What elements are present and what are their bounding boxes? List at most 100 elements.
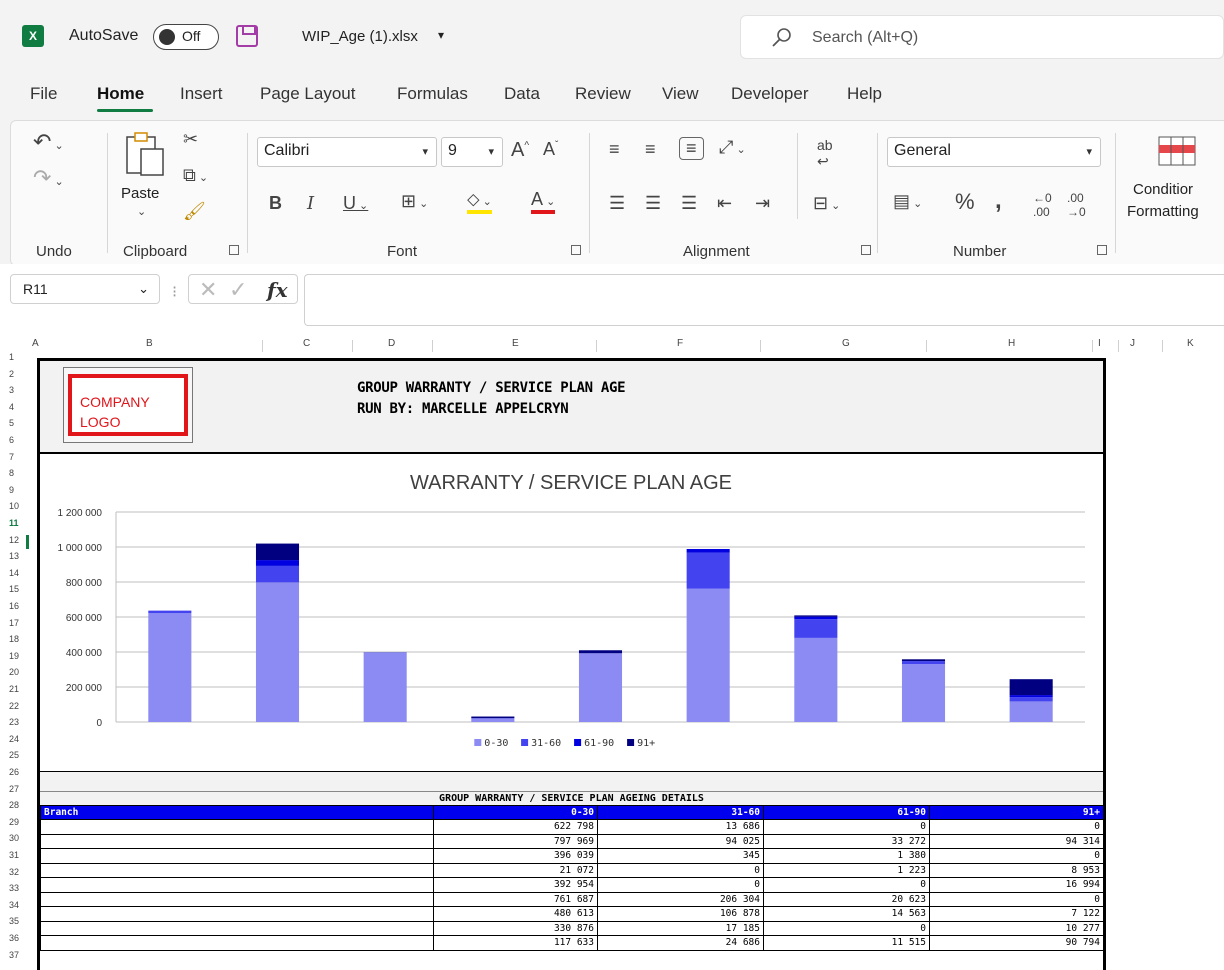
row-header[interactable]: 18 xyxy=(9,634,19,644)
tab-review[interactable]: Review xyxy=(575,84,631,104)
tab-help[interactable]: Help xyxy=(847,84,882,104)
header-branch[interactable]: Branch xyxy=(40,805,434,820)
conditional-formatting-label-2[interactable]: Formatting xyxy=(1127,203,1199,220)
redo-icon[interactable]: ↷ ⌄ xyxy=(33,165,64,191)
table-cell[interactable]: 17 185 xyxy=(597,920,764,936)
column-header[interactable]: C xyxy=(303,338,310,349)
formula-input[interactable] xyxy=(304,274,1224,326)
age-chart[interactable]: WARRANTY / SERVICE PLAN AGE 0 200 000 400 … xyxy=(40,456,1103,769)
align-right-icon[interactable]: ☰ xyxy=(681,193,697,214)
comma-style-icon[interactable]: , xyxy=(995,187,1002,215)
align-top-icon[interactable]: ≡ xyxy=(609,139,620,160)
column-header[interactable]: D xyxy=(388,338,395,349)
tab-developer[interactable]: Developer xyxy=(731,84,809,104)
row-header[interactable]: 6 xyxy=(9,435,14,445)
accounting-format-icon[interactable]: ▤ ⌄ xyxy=(893,191,922,212)
table-cell[interactable]: 392 954 xyxy=(433,877,598,893)
row-header[interactable]: 10 xyxy=(9,501,19,511)
save-icon[interactable] xyxy=(236,25,258,47)
increase-decimal-icon[interactable]: ←0.00 xyxy=(1033,191,1052,219)
table-cell[interactable] xyxy=(40,833,434,849)
tab-home[interactable]: Home xyxy=(97,84,144,104)
row-header[interactable]: 14 xyxy=(9,568,19,578)
autosave-toggle[interactable]: Off xyxy=(153,24,219,50)
table-cell[interactable]: 0 xyxy=(763,920,930,936)
table-cell[interactable] xyxy=(40,906,434,922)
row-header[interactable]: 31 xyxy=(9,850,19,860)
align-left-icon[interactable]: ☰ xyxy=(609,193,625,214)
increase-indent-icon[interactable]: ⇥ xyxy=(755,193,770,214)
check-icon[interactable]: ✓ xyxy=(229,277,247,303)
name-box[interactable]: R11 ⌄ xyxy=(10,274,160,304)
column-header[interactable]: I xyxy=(1098,338,1101,349)
table-cell[interactable]: 94 314 xyxy=(929,833,1104,849)
row-header[interactable]: 35 xyxy=(9,916,19,926)
table-cell[interactable] xyxy=(40,862,434,878)
table-cell[interactable] xyxy=(40,877,434,893)
table-cell[interactable]: 761 687 xyxy=(433,891,598,907)
row-header[interactable]: 21 xyxy=(9,684,19,694)
table-cell[interactable]: 14 563 xyxy=(763,906,930,922)
table-cell[interactable]: 0 xyxy=(929,819,1104,835)
underline-icon[interactable]: U ⌄ xyxy=(343,193,368,214)
font-color-icon[interactable]: A ⌄ xyxy=(531,189,556,214)
column-header[interactable]: F xyxy=(677,338,683,349)
row-header[interactable]: 22 xyxy=(9,701,19,711)
table-cell[interactable]: 0 xyxy=(597,862,764,878)
table-cell[interactable]: 396 039 xyxy=(433,848,598,864)
table-cell[interactable]: 1 223 xyxy=(763,862,930,878)
tab-page-layout[interactable]: Page Layout xyxy=(260,84,355,104)
decrease-decimal-icon[interactable]: .00 →0 xyxy=(1067,191,1086,219)
number-launcher-icon[interactable] xyxy=(1097,245,1107,255)
column-header[interactable]: E xyxy=(512,338,519,349)
row-header[interactable]: 19 xyxy=(9,651,19,661)
header-61-90[interactable]: 61-90 xyxy=(763,805,930,820)
row-header[interactable]: 34 xyxy=(9,900,19,910)
row-header[interactable]: 9 xyxy=(9,485,14,495)
row-header[interactable]: 7 xyxy=(9,452,14,462)
row-header[interactable]: 32 xyxy=(9,867,19,877)
conditional-formatting-icon[interactable] xyxy=(1157,135,1197,167)
row-header[interactable]: 12 xyxy=(9,535,19,545)
row-header[interactable]: 3 xyxy=(9,385,14,395)
table-cell[interactable]: 16 994 xyxy=(929,877,1104,893)
table-cell[interactable]: 345 xyxy=(597,848,764,864)
format-painter-icon[interactable]: 🖌 xyxy=(183,201,206,222)
header-0-30[interactable]: 0-30 xyxy=(433,805,598,820)
cancel-icon[interactable]: ✕ xyxy=(199,277,217,303)
column-header[interactable]: A xyxy=(32,338,39,349)
header-91-plus[interactable]: 91+ xyxy=(929,805,1104,820)
italic-icon[interactable]: I xyxy=(307,193,314,214)
table-cell[interactable] xyxy=(40,848,434,864)
row-header[interactable]: 33 xyxy=(9,883,19,893)
row-header[interactable]: 37 xyxy=(9,950,19,960)
table-cell[interactable]: 0 xyxy=(763,877,930,893)
row-header[interactable]: 27 xyxy=(9,784,19,794)
font-size-box[interactable]: 9 ▾ xyxy=(441,137,503,167)
table-cell[interactable]: 24 686 xyxy=(597,935,764,951)
search-box[interactable]: Search (Alt+Q) xyxy=(740,15,1224,59)
paste-chevron-icon[interactable]: ⌄ xyxy=(137,205,146,218)
conditional-formatting-label-1[interactable]: Conditior xyxy=(1133,181,1193,198)
table-cell[interactable]: 33 272 xyxy=(763,833,930,849)
row-header[interactable]: 20 xyxy=(9,667,19,677)
row-header[interactable]: 8 xyxy=(9,468,14,478)
align-bottom-icon[interactable]: ≡ xyxy=(679,137,704,160)
chevron-down-icon[interactable]: ▾ xyxy=(438,28,444,42)
table-cell[interactable]: 0 xyxy=(763,819,930,835)
row-header[interactable]: 36 xyxy=(9,933,19,943)
undo-icon[interactable]: ↶ ⌄ xyxy=(33,129,64,155)
decrease-indent-icon[interactable]: ⇤ xyxy=(717,193,732,214)
row-header[interactable]: 24 xyxy=(9,734,19,744)
file-name[interactable]: WIP_Age (1).xlsx xyxy=(302,28,418,45)
row-header[interactable]: 26 xyxy=(9,767,19,777)
tab-view[interactable]: View xyxy=(662,84,699,104)
table-cell[interactable]: 8 953 xyxy=(929,862,1104,878)
row-header[interactable]: 11 xyxy=(9,518,19,528)
font-launcher-icon[interactable] xyxy=(571,245,581,255)
row-header[interactable]: 30 xyxy=(9,833,19,843)
column-header[interactable]: K xyxy=(1187,338,1194,349)
clipboard-launcher-icon[interactable] xyxy=(229,245,239,255)
align-center-icon[interactable]: ☰ xyxy=(645,193,661,214)
table-cell[interactable]: 206 304 xyxy=(597,891,764,907)
